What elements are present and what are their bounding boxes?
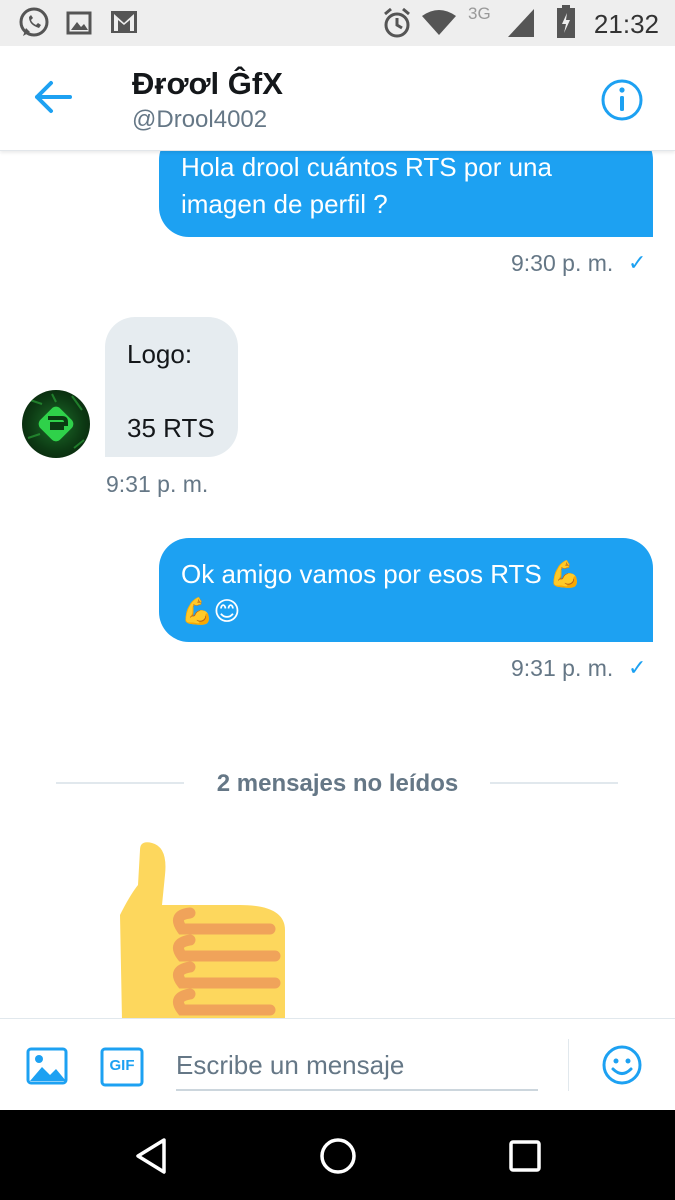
gmail-icon [111,11,137,33]
contact-name[interactable]: Ɖɍơơl ĜfX [132,66,283,102]
whatsapp-icon [19,7,49,37]
battery-icon [557,5,575,38]
avatar-logo-icon [27,393,85,449]
divider-line-right [490,782,618,784]
message-line: Hola drool cuántos RTS por una [181,152,552,182]
info-icon[interactable] [600,78,644,122]
thumbs-up-emoji[interactable] [110,835,310,1020]
status-bar: 3G 21:32 [0,0,675,46]
back-triangle-icon[interactable] [130,1134,174,1178]
composer-separator [568,1039,569,1091]
message-line: imagen de perfil ? [181,189,388,219]
message-timestamp: 9:31 p. m. [106,471,209,497]
gif-button[interactable]: GIF [100,1047,144,1087]
contact-handle[interactable]: @Drool4002 [132,106,267,134]
home-circle-icon[interactable] [316,1134,360,1178]
message-line: 35 RTS [127,413,215,443]
wifi-icon [422,10,456,35]
message-composer: GIF [0,1018,675,1111]
message-line: Ok amigo vamos por esos RTS 💪 [181,559,582,589]
smiley-icon[interactable] [602,1045,642,1085]
clock: 21:32 [593,9,659,39]
message-timestamp: 9:30 p. m. [511,250,614,276]
conversation-header: Ɖɍơơl ĜfX @Drool4002 [0,46,675,151]
alarm-icon [384,7,410,38]
message-line: 💪😊 [181,596,241,626]
image-icon[interactable] [26,1047,68,1085]
recents-square-icon[interactable] [503,1134,547,1178]
system-nav-bar [0,1110,675,1200]
message-line: Logo: [127,339,193,369]
message-line [127,373,216,410]
network-type: 3G [468,4,491,23]
message-input[interactable] [176,1041,538,1091]
message-bubble-outgoing[interactable]: Ok amigo vamos por esos RTS 💪 💪😊 [159,538,653,642]
signal-icon [508,9,534,37]
gif-label: GIF [109,1057,135,1074]
avatar[interactable] [22,390,90,458]
read-check-icon: ✓ [628,655,647,680]
read-check-icon: ✓ [628,250,647,275]
message-timestamp: 9:31 p. m. [511,655,614,681]
unread-divider-label: 2 mensajes no leídos [216,770,459,797]
message-bubble-incoming[interactable]: Logo: 35 RTS [105,317,238,457]
back-arrow-icon[interactable] [34,80,72,114]
gallery-icon [66,11,92,35]
